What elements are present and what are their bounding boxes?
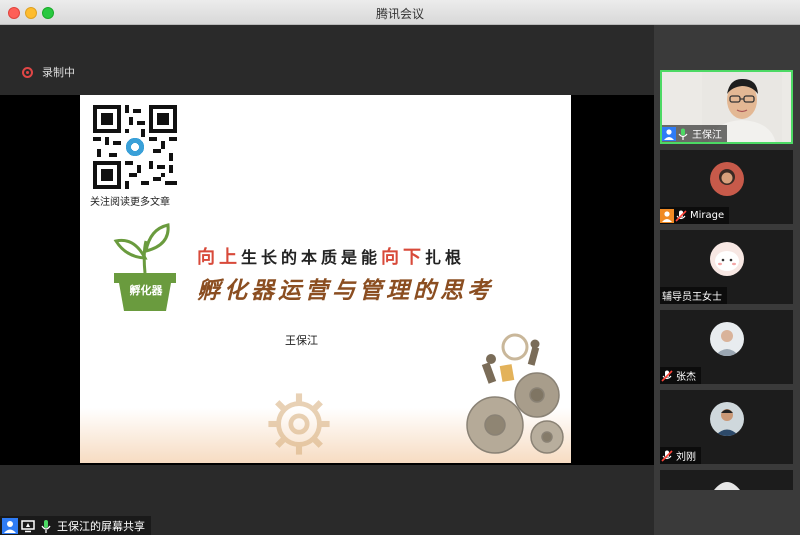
screen-share-indicator[interactable]: 王保江的屏幕共享	[0, 516, 151, 535]
participant-tile[interactable]: 辅导员王女士	[660, 230, 793, 304]
qr-code-icon	[93, 105, 177, 189]
participant-tile[interactable]	[660, 470, 793, 490]
participant-name-bar: 张杰	[660, 367, 701, 384]
microphone-muted-icon	[661, 449, 673, 462]
microphone-muted-icon	[675, 209, 687, 222]
host-icon	[662, 126, 676, 141]
user-icon	[660, 208, 674, 223]
microphone-icon	[41, 519, 51, 533]
window-titlebar: 腾讯会议	[0, 0, 800, 25]
presentation-slide: 关注阅读更多文章 孵化器 向上生长的本质是能向下扎根 孵化器运营与管理的思考 王…	[80, 95, 571, 463]
participant-tile[interactable]: Mirage	[660, 150, 793, 224]
avatar	[714, 482, 740, 490]
meeting-main-area: 录制中 关注阅读更多文章 孵化器 向上生长的本质是能向下扎根 孵化器运营与管理的…	[0, 25, 654, 535]
microphone-muted-icon	[661, 369, 673, 382]
slide-title: 孵化器运营与管理的思考	[197, 277, 494, 304]
slide-author: 王保江	[285, 334, 318, 347]
microphone-icon	[678, 128, 688, 140]
pot-label: 孵化器	[129, 284, 163, 297]
participant-name-bar: 辅导员王女士	[660, 287, 727, 304]
plant-logo-icon	[113, 223, 176, 311]
gear-icon	[268, 393, 330, 455]
window-title: 腾讯会议	[375, 7, 424, 21]
participant-tile[interactable]: 张杰	[660, 310, 793, 384]
avatar	[709, 402, 744, 436]
avatar	[709, 242, 744, 276]
top-control-bar: 录制中	[0, 25, 654, 95]
avatar	[709, 162, 744, 196]
participant-name-bar: 刘刚	[660, 447, 701, 464]
participant-tile[interactable]: 王保江	[660, 70, 793, 144]
participants-panel: 王保江 Mirage 辅导员王女士 张杰 刘刚	[654, 25, 800, 535]
participant-name-bar: 王保江	[662, 125, 727, 142]
screen-share-view: 关注阅读更多文章 孵化器 向上生长的本质是能向下扎根 孵化器运营与管理的思考 王…	[0, 95, 654, 465]
slide-tagline: 向上生长的本质是能向下扎根	[197, 247, 466, 268]
participant-tile[interactable]: 刘刚	[660, 390, 793, 464]
participant-name-bar: Mirage	[660, 207, 730, 224]
screen-share-icon	[21, 519, 35, 532]
user-icon	[2, 517, 18, 534]
recording-status[interactable]: 录制中	[42, 64, 75, 80]
qr-caption: 关注阅读更多文章	[90, 197, 170, 208]
avatar	[709, 322, 744, 356]
screen-share-label: 王保江的屏幕共享	[57, 519, 145, 533]
record-icon[interactable]	[22, 67, 33, 78]
gears-illustration-icon	[466, 333, 564, 454]
